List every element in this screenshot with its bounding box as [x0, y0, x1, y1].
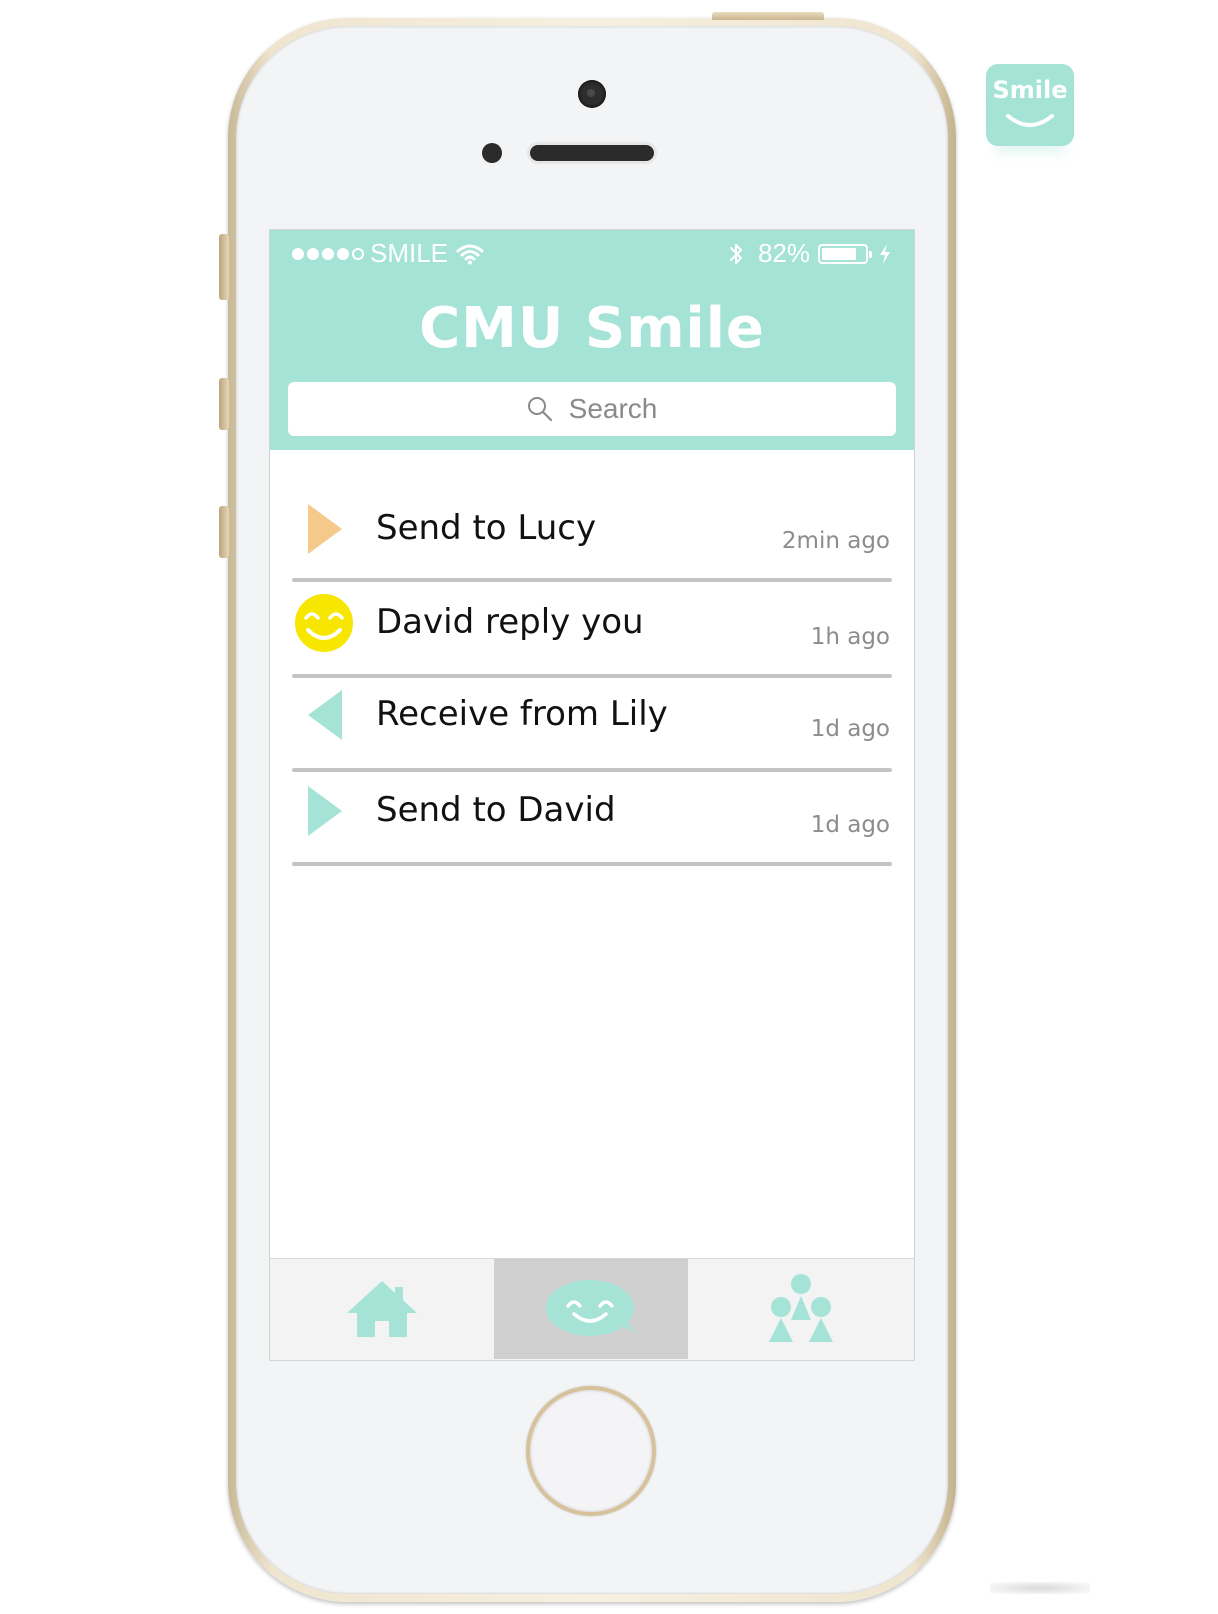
list-item[interactable]: Send to Lucy 2min ago [292, 492, 892, 582]
list-item[interactable]: Send to David 1d ago [292, 776, 892, 866]
row-divider [292, 578, 892, 582]
send-arrow-icon [308, 504, 342, 554]
earpiece-speaker [530, 145, 654, 161]
home-icon [347, 1281, 417, 1337]
message-time: 1d ago [810, 716, 890, 742]
app-screen: SMILE 82% CMU Smile Search Send to Lucy … [270, 230, 914, 1360]
signal-strength-icon [292, 247, 364, 260]
message-time: 1h ago [810, 624, 890, 650]
bluetooth-icon [729, 243, 742, 264]
row-divider [292, 862, 892, 866]
message-title: Send to David [376, 790, 616, 830]
power-button [712, 12, 824, 20]
volume-down-button [219, 506, 229, 558]
status-right: 82% [728, 238, 892, 269]
mute-switch [219, 234, 229, 300]
list-item[interactable]: David reply you 1h ago [292, 588, 892, 678]
row-divider [292, 768, 892, 772]
volume-up-button [219, 378, 229, 430]
wifi-icon [456, 244, 484, 264]
send-arrow-icon [308, 786, 342, 836]
front-camera [578, 80, 606, 108]
proximity-sensor [482, 143, 502, 163]
status-left: SMILE [292, 238, 484, 269]
smiley-face-icon [295, 594, 353, 652]
message-time: 1d ago [810, 812, 890, 838]
battery-percent: 82% [757, 238, 810, 268]
tab-bar [270, 1258, 914, 1360]
battery-fill [822, 247, 857, 260]
message-time: 2min ago [781, 528, 890, 554]
receive-arrow-icon [308, 690, 342, 740]
message-title: Send to Lucy [376, 508, 597, 548]
smile-curve-icon [1006, 114, 1054, 127]
app-title: CMU Smile [419, 296, 765, 361]
message-title: David reply you [376, 602, 644, 642]
list-item[interactable]: Receive from Lily 1d ago [292, 682, 892, 772]
tab-friends[interactable] [688, 1259, 914, 1359]
tab-smile-chat[interactable] [494, 1259, 688, 1359]
home-button[interactable] [526, 1386, 656, 1516]
search-icon [527, 397, 552, 422]
smile-logo: Smile [986, 64, 1074, 146]
charging-bolt-icon [880, 243, 890, 264]
battery-icon [818, 243, 872, 264]
smile-chat-icon [546, 1280, 636, 1336]
status-bar: SMILE 82% [270, 230, 914, 274]
message-title: Receive from Lily [376, 694, 668, 734]
carrier-name: SMILE [370, 238, 449, 268]
app-header: SMILE 82% CMU Smile Search [270, 230, 914, 450]
friends-icon [769, 1274, 833, 1342]
row-divider [292, 674, 892, 678]
search-placeholder: Search [568, 393, 658, 424]
phone-shadow [990, 1582, 1090, 1594]
search-input[interactable]: Search [288, 382, 896, 436]
tab-home[interactable] [270, 1259, 494, 1359]
